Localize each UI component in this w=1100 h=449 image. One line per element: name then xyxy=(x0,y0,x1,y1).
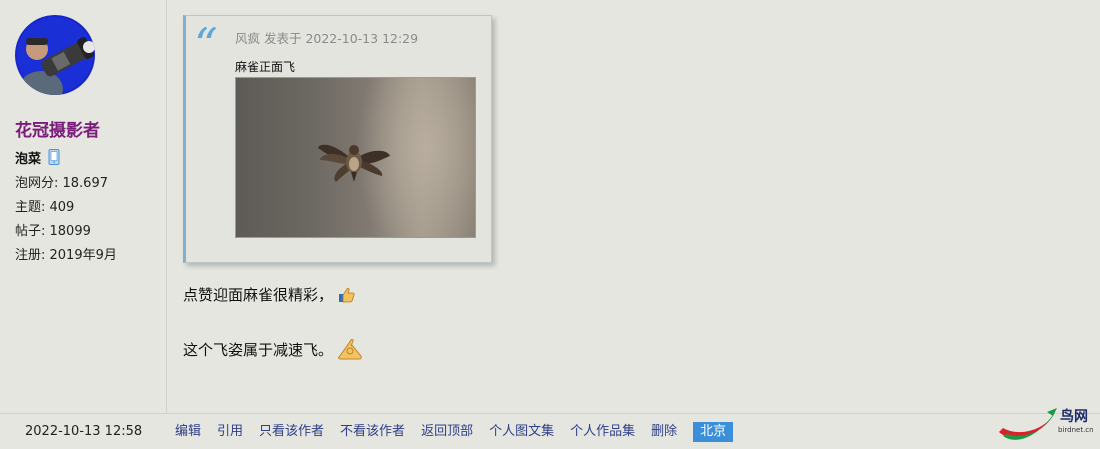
user-posts: 帖子: 18099 xyxy=(15,224,91,239)
delete-link[interactable]: 删除 xyxy=(651,422,677,442)
user-rank: 泡菜 xyxy=(15,151,42,167)
reply-line-1: 点赞迎面麻雀很精彩， xyxy=(183,284,355,305)
avatar[interactable] xyxy=(15,15,95,95)
username[interactable]: 花冠摄影者 xyxy=(15,116,100,141)
personal-works-link[interactable]: 个人作品集 xyxy=(570,422,635,442)
forum-post: 花冠摄影者 泡菜 泡网分: 18.697 主题: 409 帖子: 18099 注… xyxy=(0,0,1100,449)
post-actions: 编辑 引用 只看该作者 不看该作者 返回顶部 个人图文集 个人作品集 删除 北京 xyxy=(175,422,734,442)
quote-text: 麻雀正面飞 xyxy=(235,60,296,74)
only-author-link[interactable]: 只看该作者 xyxy=(259,422,324,442)
post-time: 2022-10-13 12:58 xyxy=(25,424,143,439)
rank-row: 泡菜 xyxy=(15,148,60,167)
reply-text-2: 这个飞姿属于减速飞。 xyxy=(183,340,334,359)
post-footer: 2022-10-13 12:58 编辑 引用 只看该作者 不看该作者 返回顶部 … xyxy=(0,408,1100,449)
quote-mark-icon: “ xyxy=(194,18,217,72)
location-badge: 北京 xyxy=(693,422,734,442)
back-to-top-link[interactable]: 返回顶部 xyxy=(421,422,473,442)
hide-author-link[interactable]: 不看该作者 xyxy=(340,422,405,442)
user-panel: 花冠摄影者 泡菜 泡网分: 18.697 主题: 409 帖子: 18099 注… xyxy=(0,0,167,413)
mobile-phone-icon xyxy=(48,149,60,165)
thumbs-up-icon xyxy=(337,287,355,303)
user-score: 泡网分: 18.697 xyxy=(15,176,108,191)
user-registered: 注册: 2019年9月 xyxy=(15,248,117,263)
flying-sparrow-photo[interactable] xyxy=(235,77,476,238)
quote-author-line: 风疯 发表于 2022-10-13 12:29 xyxy=(235,31,419,46)
logo-url: birdnet.cn xyxy=(1058,426,1094,434)
reply-line-2: 这个飞姿属于减速飞。 xyxy=(183,338,363,360)
user-topics: 主题: 409 xyxy=(15,200,75,215)
site-logo[interactable]: 鸟网 birdnet.cn xyxy=(995,408,1097,449)
reply-text-1: 点赞迎面麻雀很精彩， xyxy=(183,286,334,304)
personal-gallery-link[interactable]: 个人图文集 xyxy=(489,422,554,442)
quote-block: “ 风疯 发表于 2022-10-13 12:29 麻雀正面飞 xyxy=(183,15,492,263)
edit-link[interactable]: 编辑 xyxy=(175,422,201,442)
ok-hand-icon xyxy=(337,338,363,360)
quote-link[interactable]: 引用 xyxy=(217,422,243,442)
logo-name: 鸟网 xyxy=(1060,409,1088,425)
